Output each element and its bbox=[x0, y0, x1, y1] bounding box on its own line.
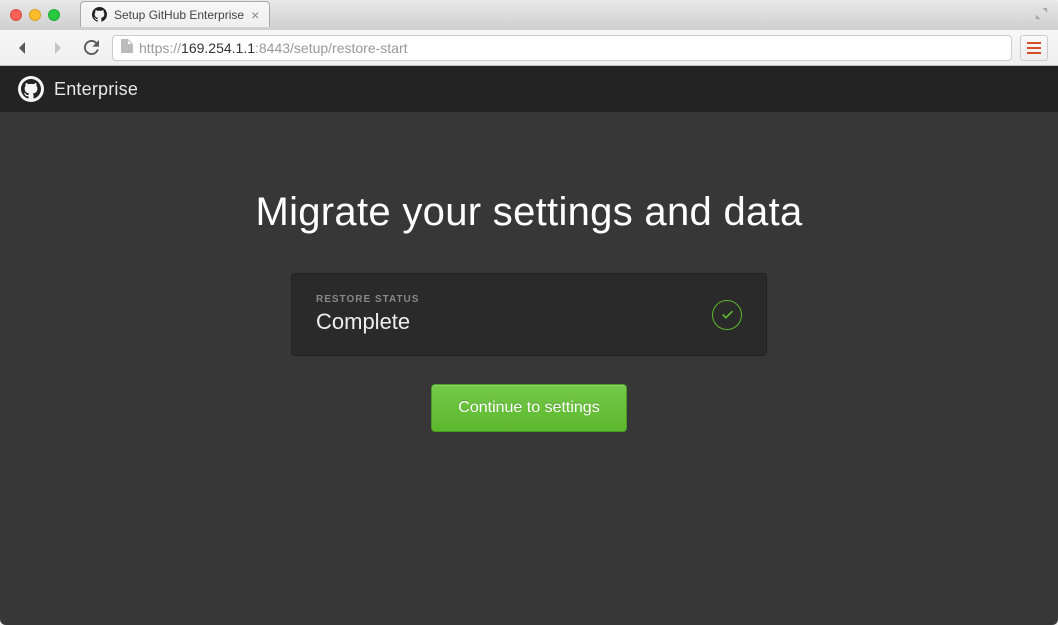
page-content: Enterprise Migrate your settings and dat… bbox=[0, 66, 1058, 625]
address-bar[interactable]: https://169.254.1.1:8443/setup/restore-s… bbox=[112, 35, 1012, 61]
menu-button[interactable] bbox=[1020, 35, 1048, 61]
brand-text: Enterprise bbox=[54, 79, 138, 100]
url-protocol: https:// bbox=[139, 40, 181, 56]
close-window-button[interactable] bbox=[10, 9, 22, 21]
hamburger-icon bbox=[1027, 42, 1041, 54]
url-path: :8443/setup/restore-start bbox=[255, 40, 408, 56]
app-header: Enterprise bbox=[0, 66, 1058, 112]
main-area: Migrate your settings and data RESTORE S… bbox=[0, 112, 1058, 625]
tab-favicon-icon bbox=[91, 7, 107, 23]
status-text-group: RESTORE STATUS Complete bbox=[316, 294, 419, 335]
url-host: 169.254.1.1 bbox=[181, 40, 255, 56]
zoom-window-button[interactable] bbox=[48, 9, 60, 21]
continue-button[interactable]: Continue to settings bbox=[431, 384, 626, 432]
back-button[interactable] bbox=[10, 35, 36, 61]
traffic-lights bbox=[10, 9, 60, 21]
url-text: https://169.254.1.1:8443/setup/restore-s… bbox=[139, 40, 1003, 56]
page-title: Migrate your settings and data bbox=[255, 190, 802, 235]
status-value: Complete bbox=[316, 309, 419, 335]
window-titlebar: Setup GitHub Enterprise × bbox=[0, 0, 1058, 30]
restore-status-card: RESTORE STATUS Complete bbox=[291, 273, 767, 356]
check-icon bbox=[712, 300, 742, 330]
forward-button[interactable] bbox=[44, 35, 70, 61]
fullscreen-icon[interactable] bbox=[1035, 7, 1048, 23]
page-icon bbox=[121, 39, 133, 56]
tab-title: Setup GitHub Enterprise bbox=[114, 8, 244, 22]
reload-button[interactable] bbox=[78, 35, 104, 61]
status-label: RESTORE STATUS bbox=[316, 294, 419, 305]
browser-toolbar: https://169.254.1.1:8443/setup/restore-s… bbox=[0, 30, 1058, 66]
minimize-window-button[interactable] bbox=[29, 9, 41, 21]
browser-window: Setup GitHub Enterprise × https://169.25… bbox=[0, 0, 1058, 625]
tab-close-icon[interactable]: × bbox=[251, 8, 259, 22]
browser-tab[interactable]: Setup GitHub Enterprise × bbox=[80, 1, 270, 27]
github-logo-icon bbox=[18, 76, 44, 102]
